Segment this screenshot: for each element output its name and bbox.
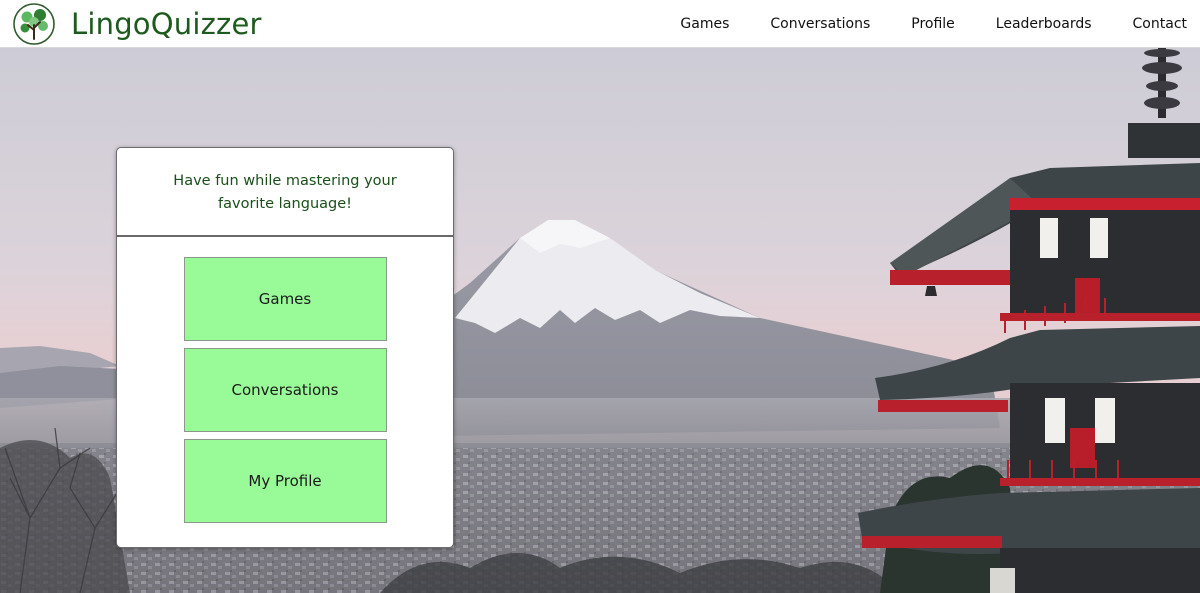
- top-navbar: LingoQuizzer Games Conversations Profile…: [0, 0, 1200, 48]
- nav-link-conversations[interactable]: Conversations: [770, 16, 870, 32]
- nav-link-profile[interactable]: Profile: [911, 16, 955, 32]
- tree-logo-icon: [13, 3, 55, 45]
- brand-name: LingoQuizzer: [71, 6, 262, 41]
- nav-link-leaderboards[interactable]: Leaderboards: [996, 16, 1092, 32]
- welcome-card: Have fun while mastering your favorite l…: [116, 147, 454, 548]
- tagline: Have fun while mastering your favorite l…: [173, 172, 397, 212]
- card-body: Games Conversations My Profile: [117, 237, 453, 523]
- card-header: Have fun while mastering your favorite l…: [117, 148, 453, 237]
- main-nav: Games Conversations Profile Leaderboards…: [680, 0, 1187, 48]
- nav-link-contact[interactable]: Contact: [1133, 16, 1187, 32]
- conversations-button[interactable]: Conversations: [183, 348, 387, 432]
- brand-home-link[interactable]: LingoQuizzer: [13, 3, 262, 45]
- games-button[interactable]: Games: [183, 257, 387, 341]
- my-profile-button[interactable]: My Profile: [183, 439, 387, 523]
- nav-link-games[interactable]: Games: [680, 16, 729, 32]
